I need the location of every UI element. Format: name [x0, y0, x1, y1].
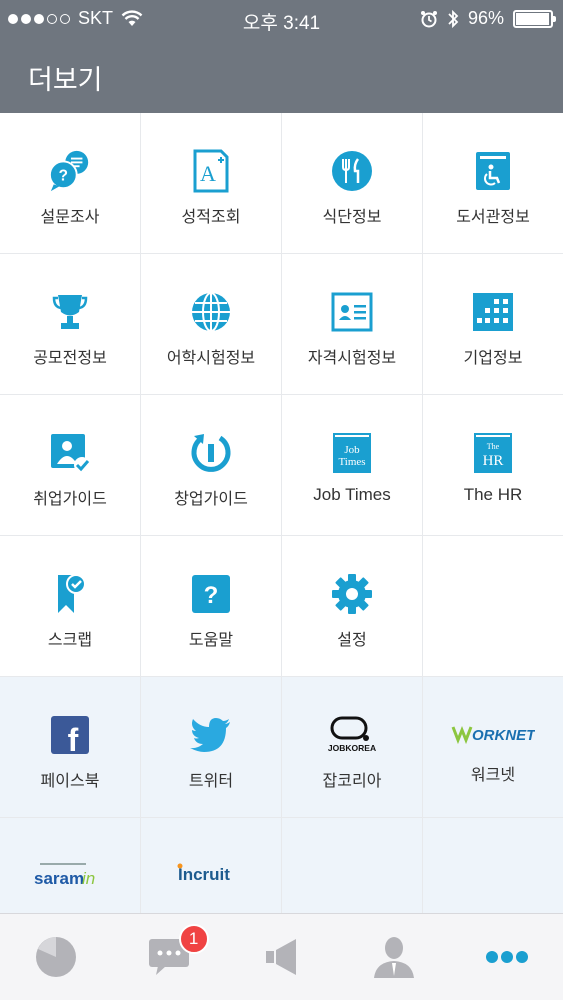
saramin-logo-text-2: in — [82, 869, 95, 888]
person-check-icon — [48, 431, 92, 475]
battery-percent: 96% — [467, 8, 504, 28]
library-book-icon — [471, 149, 515, 193]
menu-item-company[interactable]: 기업정보 — [423, 254, 563, 395]
bluetooth-icon — [448, 9, 459, 28]
tab-home[interactable] — [0, 914, 113, 1000]
building-icon — [471, 290, 515, 334]
facebook-logo-text: f — [68, 722, 79, 755]
tab-announcements[interactable] — [225, 914, 338, 1000]
more-dots-icon — [485, 951, 528, 963]
svg-text:?: ? — [204, 582, 219, 609]
svg-text:Times: Times — [338, 456, 365, 468]
link-label: 페이스북 — [40, 773, 100, 790]
menu-item-startup-guide[interactable]: 창업가이드 — [141, 395, 282, 536]
menu-label: 식단정보 — [322, 209, 382, 226]
jobkorea-logo-text: JOBKOREA — [328, 743, 376, 753]
menu-label: Job Times — [313, 485, 391, 504]
question-icon: ? — [189, 572, 233, 616]
menu-item-contest[interactable]: 공모전정보 — [0, 254, 141, 395]
menu-label: 도움말 — [188, 632, 234, 649]
menu-item-settings[interactable]: 설정 — [282, 536, 423, 677]
startup-power-icon — [189, 431, 233, 475]
menu-item-certificate-test[interactable]: 자격시험정보 — [282, 254, 423, 395]
id-card-icon — [330, 290, 374, 334]
menu-label: 창업가이드 — [174, 491, 248, 508]
link-label: 트위터 — [188, 773, 234, 790]
trophy-icon — [48, 290, 92, 334]
menu-item-survey[interactable]: ? 설문조사 — [0, 113, 141, 254]
facebook-icon: f — [48, 713, 92, 757]
menu-label: 성적조회 — [181, 209, 241, 226]
grade-a-plus-icon: A — [189, 149, 233, 193]
menu-item-language-test[interactable]: 어학시험정보 — [141, 254, 282, 395]
menu-item-the-hr[interactable]: The HR The HR — [423, 395, 563, 536]
survey-chat-icon: ? — [48, 149, 92, 193]
svg-text:?: ? — [59, 168, 68, 185]
worknet-logo-icon: ORKNET — [451, 721, 535, 745]
menu-item-help[interactable]: ? 도움말 — [141, 536, 282, 677]
incruit-logo-icon: Incruit — [173, 860, 249, 886]
pie-clock-icon — [36, 937, 77, 977]
svg-text:Job: Job — [344, 444, 360, 456]
menu-label: 자격시험정보 — [307, 350, 397, 367]
menu-item-grades[interactable]: A 성적조회 — [141, 113, 282, 254]
tab-profile[interactable] — [338, 914, 451, 1000]
bottom-tab-bar: 1 — [0, 913, 563, 1000]
svg-text:HR: HR — [483, 453, 504, 469]
jobkorea-logo-icon: JOBKOREA — [322, 713, 382, 757]
link-jobkorea[interactable]: JOBKOREA 잡코리아 — [282, 677, 423, 818]
battery-icon — [513, 9, 556, 28]
svg-text:The: The — [487, 442, 500, 451]
svg-text:A: A — [200, 161, 216, 186]
link-twitter[interactable]: 트위터 — [141, 677, 282, 818]
notification-badge: 1 — [178, 924, 209, 954]
menu-label: 어학시험정보 — [166, 350, 256, 367]
bookmark-check-icon — [48, 572, 92, 616]
link-label: 워크넷 — [470, 767, 516, 784]
menu-label: 기업정보 — [463, 350, 523, 367]
worknet-logo-text: ORKNET — [472, 727, 535, 744]
alarm-icon — [420, 10, 437, 27]
menu-label: 공모전정보 — [33, 350, 107, 367]
menu-item-scrap[interactable]: 스크랩 — [0, 536, 141, 677]
menu-item-job-guide[interactable]: 취업가이드 — [0, 395, 141, 536]
saramin-logo-icon: saram in — [30, 862, 110, 888]
menu-label: 설문조사 — [40, 209, 100, 226]
status-bar: SKT 오후 3:41 96% — [0, 0, 563, 40]
top-bar: SKT 오후 3:41 96% 더보기 — [0, 0, 563, 113]
menu-label: 설정 — [337, 632, 367, 649]
the-hr-icon: The HR — [471, 431, 515, 475]
tab-messages[interactable]: 1 — [113, 914, 226, 1000]
menu-label: 스크랩 — [47, 632, 93, 649]
fork-knife-icon — [330, 149, 374, 193]
job-times-icon: Job Times — [330, 431, 374, 475]
empty-cell — [423, 536, 563, 677]
person-icon — [374, 937, 415, 978]
link-label: 잡코리아 — [322, 773, 382, 790]
menu-item-meals[interactable]: 식단정보 — [282, 113, 423, 254]
menu-label: The HR — [463, 485, 523, 504]
twitter-icon — [189, 713, 233, 757]
more-menu-grid: ? 설문조사 A 성적조회 식단정보 도서관정보 공모전정보 어학시험정보 자격… — [0, 113, 563, 959]
link-worknet[interactable]: ORKNET 워크넷 — [423, 677, 563, 818]
page-title: 더보기 — [28, 65, 103, 95]
menu-item-job-times[interactable]: Job Times Job Times — [282, 395, 423, 536]
menu-item-library[interactable]: 도서관정보 — [423, 113, 563, 254]
tab-more[interactable] — [450, 914, 563, 1000]
gear-icon — [330, 572, 374, 616]
menu-label: 취업가이드 — [33, 491, 107, 508]
menu-label: 도서관정보 — [456, 209, 530, 226]
incruit-logo-text: Incruit — [178, 865, 230, 884]
megaphone-icon — [266, 939, 297, 975]
saramin-logo-text: saram — [34, 869, 84, 888]
link-facebook[interactable]: f 페이스북 — [0, 677, 141, 818]
globe-icon — [189, 290, 233, 334]
